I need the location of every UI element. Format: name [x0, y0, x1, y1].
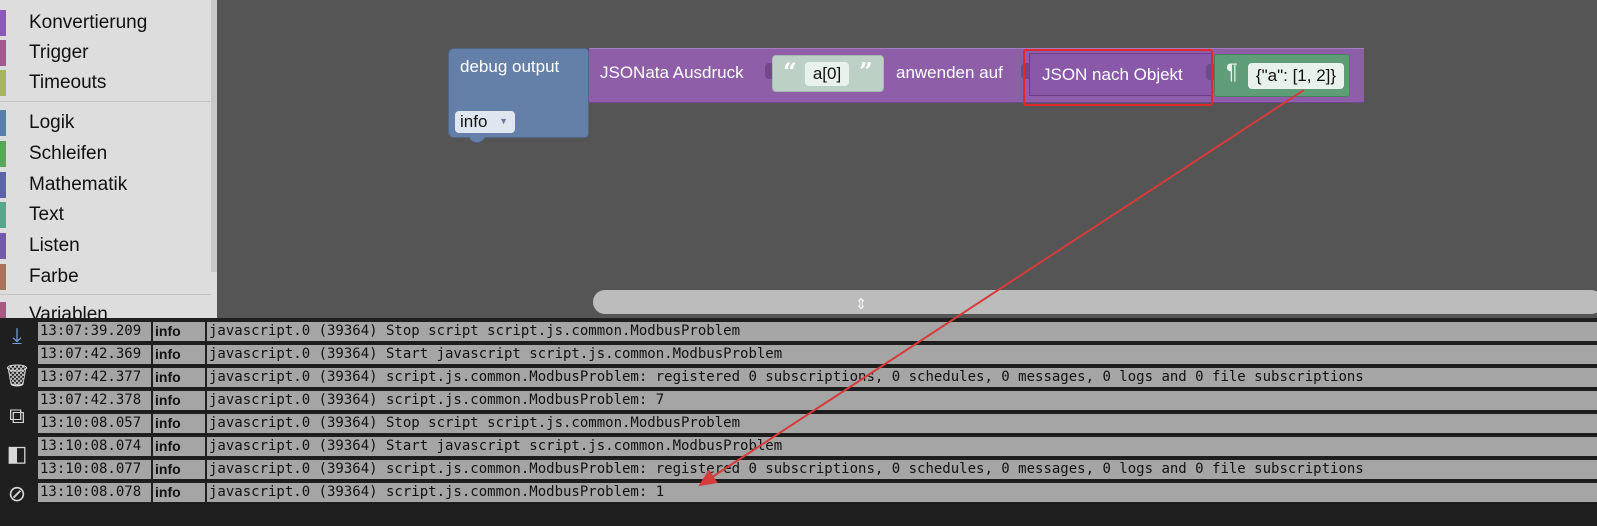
category-separator: [0, 101, 211, 102]
category-timeouts[interactable]: Timeouts: [0, 68, 211, 98]
category-swatch: [0, 202, 6, 228]
resize-handle-icon[interactable]: ⇕: [853, 293, 869, 317]
category-label: Konvertierung: [29, 12, 148, 33]
category-label: Logik: [29, 112, 75, 133]
log-row: 13:07:42.377 info javascript.0 (39364) scr…: [38, 366, 1597, 389]
category-konvertierung[interactable]: Konvertierung: [0, 8, 211, 38]
log-message: javascript.0 (39364) script.js.common.Mo…: [207, 368, 1597, 387]
log-message: javascript.0 (39364) Stop script script.…: [207, 414, 1597, 433]
category-label: Trigger: [29, 42, 89, 63]
log-time: 13:10:08.074: [38, 437, 151, 456]
category-farbe[interactable]: Farbe: [0, 262, 211, 292]
toolbox: Konvertierung Trigger Timeouts Logik Sch…: [0, 0, 217, 318]
toggle-view-icon[interactable]: ◧: [2, 440, 32, 470]
log-time: 13:07:42.369: [38, 345, 151, 364]
category-label: Schleifen: [29, 143, 108, 164]
log-toolbar: ⤓ 🗑 ⧉ ◧ ⊘: [0, 318, 38, 526]
log-row: 13:07:42.369 info javascript.0 (39364) Sta…: [38, 343, 1597, 366]
copy-icon[interactable]: ⧉: [2, 402, 32, 432]
category-logik[interactable]: Logik: [0, 108, 211, 138]
category-label: Mathematik: [29, 174, 128, 195]
category-schleifen[interactable]: Schleifen: [0, 139, 211, 169]
category-separator: [0, 294, 211, 295]
log-message: javascript.0 (39364) Start javascript sc…: [207, 437, 1597, 456]
category-label: Listen: [29, 235, 80, 256]
log-message: javascript.0 (39364) script.js.common.Mo…: [207, 391, 1597, 410]
log-severity: info: [153, 322, 205, 341]
toolbox-scrollbar[interactable]: [211, 0, 217, 272]
log-row: 13:07:42.378 info javascript.0 (39364) scr…: [38, 389, 1597, 412]
category-text[interactable]: Text: [0, 200, 211, 230]
log-message: javascript.0 (39364) Stop script script.…: [207, 322, 1597, 341]
jsonata-label: JSONata Ausdruck: [600, 63, 744, 82]
log-time: 13:10:08.077: [38, 460, 151, 479]
apply-to-label: anwenden auf: [896, 63, 1003, 82]
log-severity: info: [153, 368, 205, 387]
jsonata-block[interactable]: JSONata Ausdruck “ a[0] ” anwenden auf J…: [589, 48, 1364, 106]
log-message: javascript.0 (39364) script.js.common.Mo…: [207, 460, 1597, 479]
block-next-connector: [469, 135, 485, 143]
category-swatch: [0, 302, 6, 318]
blockly-workspace[interactable]: Konvertierung Trigger Timeouts Logik Sch…: [0, 0, 1597, 318]
category-mathematik[interactable]: Mathematik: [0, 170, 211, 200]
category-swatch: [0, 40, 6, 66]
debug-output-label: debug output: [460, 57, 560, 76]
log-time: 13:10:08.057: [38, 414, 151, 433]
expression-field[interactable]: a[0]: [805, 62, 849, 86]
workspace-horizontal-scrollbar[interactable]: [593, 290, 1597, 314]
category-swatch: [0, 141, 6, 167]
log-message: javascript.0 (39364) script.js.common.Mo…: [207, 483, 1597, 502]
log-level-dropdown[interactable]: info ▼: [455, 111, 515, 133]
category-label: Variablen: [29, 304, 108, 318]
category-swatch: [0, 172, 6, 198]
category-swatch: [0, 264, 6, 290]
log-time: 13:07:42.378: [38, 391, 151, 410]
category-variablen[interactable]: Variablen: [0, 300, 211, 318]
category-swatch: [0, 233, 6, 259]
log-severity: info: [153, 345, 205, 364]
category-label: Text: [29, 204, 64, 225]
log-row: 13:07:39.209 info javascript.0 (39364) Sto…: [38, 320, 1597, 343]
log-panel: ⤓ 🗑 ⧉ ◧ ⊘ 13:07:39.209 info javascript.0 (…: [0, 318, 1597, 526]
quote-open-icon: “: [783, 57, 797, 86]
log-table: 13:07:39.209 info javascript.0 (39364) Sto…: [38, 320, 1597, 504]
category-swatch: [0, 110, 6, 136]
log-time: 13:07:42.377: [38, 368, 151, 387]
log-row: 13:10:08.074 info javascript.0 (39364) Sta…: [38, 435, 1597, 458]
clear-log-icon[interactable]: 🗑: [2, 362, 32, 392]
category-listen[interactable]: Listen: [0, 231, 211, 261]
hide-icon[interactable]: ⊘: [2, 480, 32, 510]
log-row: 13:10:08.057 info javascript.0 (39364) Sto…: [38, 412, 1597, 435]
debug-output-block[interactable]: debug output info ▼: [448, 48, 589, 143]
text-block[interactable]: ¶ {"a": [1, 2]}: [1214, 54, 1350, 97]
log-time: 13:10:08.078: [38, 483, 151, 502]
highlight-annotation: [1023, 49, 1213, 106]
scroll-to-bottom-icon[interactable]: ⤓: [2, 322, 32, 352]
string-literal-block[interactable]: “ a[0] ”: [772, 55, 884, 92]
log-severity: info: [153, 391, 205, 410]
log-row: 13:10:08.077 info javascript.0 (39364) scr…: [38, 458, 1597, 481]
category-trigger[interactable]: Trigger: [0, 38, 211, 68]
log-severity: info: [153, 483, 205, 502]
log-severity: info: [153, 437, 205, 456]
chevron-down-icon: ▼: [499, 116, 508, 126]
pilcrow-icon: ¶: [1226, 59, 1238, 84]
category-label: Timeouts: [29, 72, 107, 93]
text-value-field[interactable]: {"a": [1, 2]}: [1248, 63, 1344, 89]
category-swatch: [0, 10, 6, 36]
log-time: 13:07:39.209: [38, 322, 151, 341]
log-severity: info: [153, 460, 205, 479]
quote-close-icon: ”: [859, 57, 873, 86]
log-severity: info: [153, 414, 205, 433]
category-label: Farbe: [29, 266, 79, 287]
log-level-value: info: [460, 112, 488, 131]
category-swatch: [0, 70, 6, 96]
log-row: 13:10:08.078 info javascript.0 (39364) scr…: [38, 481, 1597, 504]
log-message: javascript.0 (39364) Start javascript sc…: [207, 345, 1597, 364]
